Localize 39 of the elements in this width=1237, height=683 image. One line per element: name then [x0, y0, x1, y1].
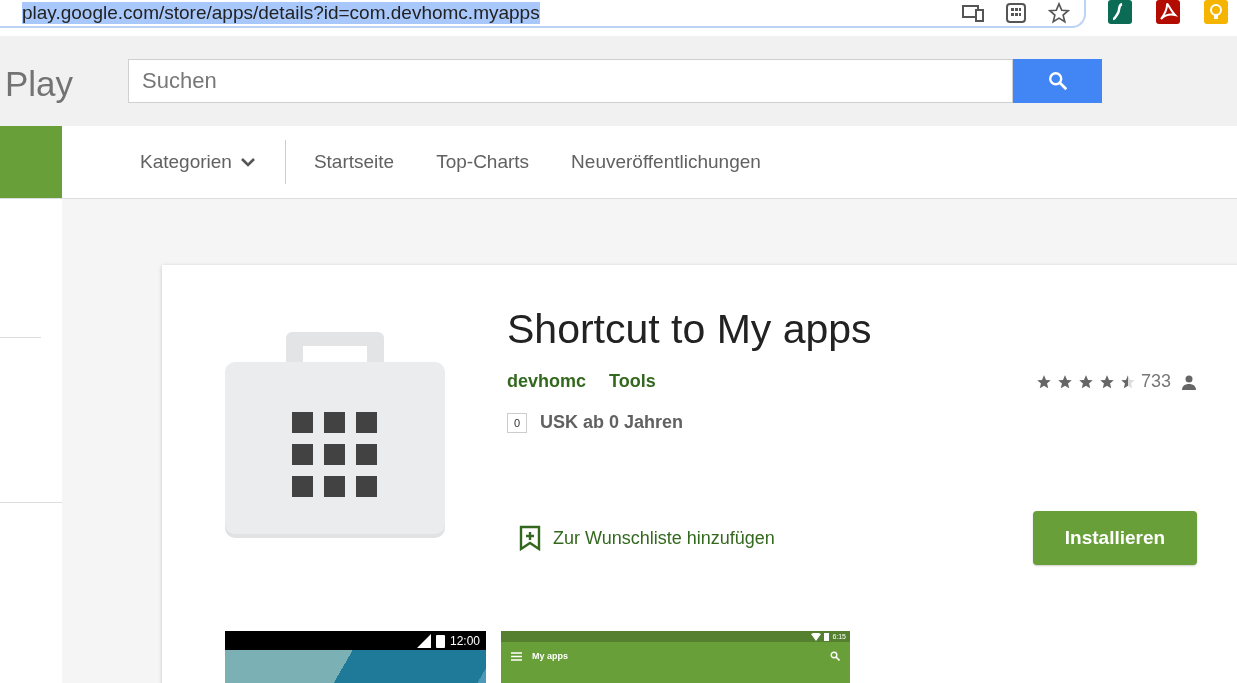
- person-icon: [1181, 373, 1197, 390]
- wifi-icon: [811, 632, 822, 641]
- nav-link[interactable]: Top-Charts: [436, 151, 530, 173]
- wishlist-button[interactable]: Zur Wunschliste hinzufügen: [507, 525, 775, 551]
- search-field[interactable]: Suchen: [128, 59, 1013, 103]
- grid-icon[interactable]: [1006, 3, 1026, 23]
- battery-icon: [435, 633, 445, 648]
- app-screenshot[interactable]: 12:00: [225, 631, 486, 683]
- rating-star-icon: [1119, 373, 1136, 390]
- star-icon[interactable]: [1048, 2, 1070, 24]
- pdf-icon[interactable]: [1156, 0, 1180, 24]
- extension-icon[interactable]: [1108, 0, 1132, 24]
- age-rating-badge: 0: [507, 412, 527, 433]
- nav-link[interactable]: Neuveröffentlichungen: [571, 151, 761, 173]
- toolbar-title: My apps: [532, 651, 568, 661]
- chevron-down-icon: [239, 157, 256, 167]
- search-button[interactable]: [1013, 59, 1102, 103]
- status-time: 12:00: [449, 633, 480, 648]
- rating-star-icon: [1035, 373, 1052, 390]
- app-title: Shortcut to My apps: [507, 305, 873, 353]
- rating-star-icon: [1077, 373, 1094, 390]
- age-rating: USK ab 0 Jahren: [540, 412, 684, 433]
- bookmark-plus-icon: [519, 525, 541, 551]
- categories-dropdown[interactable]: Kategorien: [140, 151, 256, 173]
- battery-icon: [824, 632, 830, 641]
- cast-icon[interactable]: [962, 4, 984, 22]
- play-logo[interactable]: Play: [0, 64, 128, 104]
- rating-count: 733: [1140, 371, 1171, 392]
- category-link[interactable]: Tools: [609, 371, 656, 392]
- developer-link[interactable]: devhomc: [507, 371, 587, 392]
- signal-icon: [416, 633, 431, 648]
- search-icon: [830, 651, 840, 661]
- rating-star-icon: [1056, 373, 1073, 390]
- rating-star-icon: [1098, 373, 1115, 390]
- search-icon: [1046, 70, 1069, 92]
- install-button[interactable]: Installieren: [1033, 511, 1197, 565]
- nav-link[interactable]: Startseite: [313, 151, 395, 173]
- app-bag-icon: [225, 332, 445, 540]
- menu-icon: [511, 651, 522, 661]
